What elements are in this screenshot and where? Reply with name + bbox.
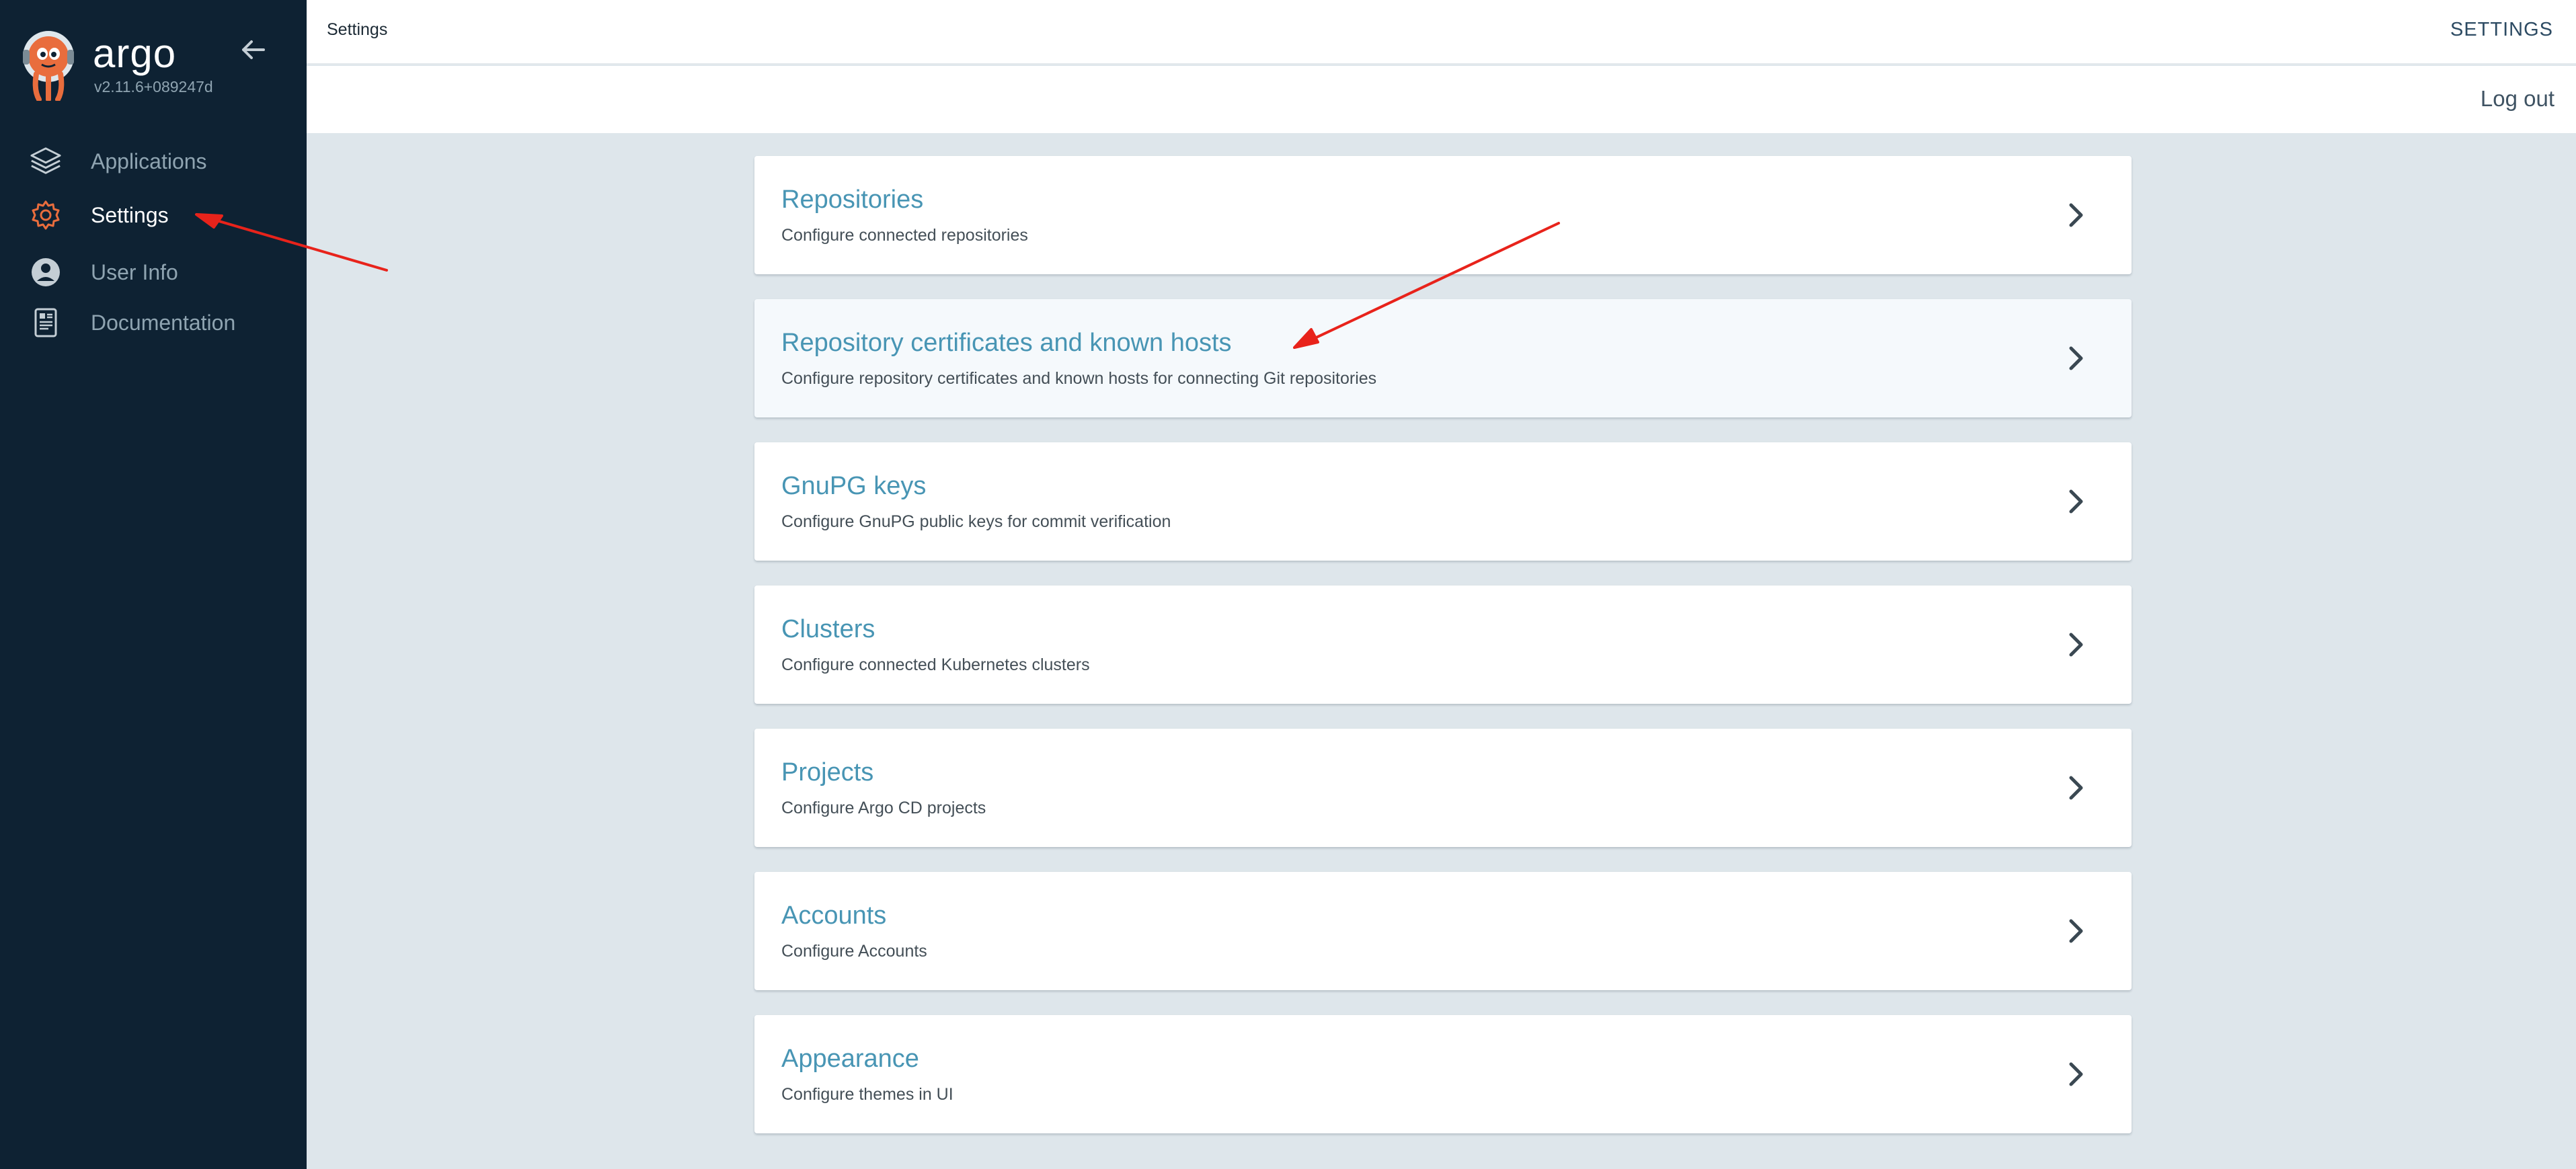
brand-version: v2.11.6+089247d (94, 78, 213, 95)
layers-icon (30, 145, 62, 177)
documentation-icon (30, 307, 62, 339)
sidebar-item-label: Applications (91, 149, 207, 173)
chevron-right-icon (2064, 631, 2089, 658)
chevron-right-icon (2064, 774, 2089, 801)
sidebar-item-label: User Info (91, 260, 178, 284)
settings-item-description: Configure Accounts (781, 942, 927, 961)
app-root: argo v2.11.6+089247d Applications Settin… (0, 0, 2576, 1169)
settings-item-title: Projects (781, 758, 874, 787)
settings-item-title: Appearance (781, 1045, 919, 1073)
gear-icon (30, 199, 62, 231)
settings-item-repositories[interactable]: Repositories Configure connected reposit… (754, 156, 2132, 274)
chevron-right-icon (2064, 918, 2089, 944)
settings-item-description: Configure themes in UI (781, 1085, 953, 1104)
settings-item-title: GnuPG keys (781, 472, 927, 500)
user-icon (30, 256, 62, 288)
brand-name: argo (93, 31, 177, 76)
logout-button[interactable]: Log out (2481, 86, 2554, 112)
chevron-right-icon (2064, 345, 2089, 372)
sidebar: argo v2.11.6+089247d Applications Settin… (0, 0, 307, 1169)
sidebar-item-user-info[interactable]: User Info (0, 248, 307, 295)
settings-item-description: Configure GnuPG public keys for commit v… (781, 512, 1171, 531)
settings-item-description: Configure connected repositories (781, 226, 1028, 245)
settings-item-title: Accounts (781, 901, 887, 930)
collapse-sidebar-button[interactable] (235, 35, 270, 65)
settings-item-description: Configure connected Kubernetes clusters (781, 655, 1090, 674)
settings-item-projects[interactable]: Projects Configure Argo CD projects (754, 729, 2132, 847)
settings-list: Repositories Configure connected reposit… (307, 133, 2576, 1169)
chevron-right-icon (2064, 1061, 2089, 1088)
chevron-right-icon (2064, 488, 2089, 515)
settings-item-title: Clusters (781, 615, 875, 643)
settings-item-title: Repository certificates and known hosts (781, 329, 1232, 357)
chevron-right-icon (2064, 202, 2089, 229)
top-bar: Settings SETTINGS (307, 0, 2576, 65)
sidebar-item-applications[interactable]: Applications (0, 137, 307, 184)
sidebar-item-label: Settings (91, 203, 169, 227)
settings-item-accounts[interactable]: Accounts Configure Accounts (754, 872, 2132, 990)
action-bar: Log out (307, 66, 2576, 133)
settings-item-gnupg-keys[interactable]: GnuPG keys Configure GnuPG public keys f… (754, 442, 2132, 561)
arrow-left-icon (242, 40, 265, 59)
page-title: SETTINGS (2450, 19, 2553, 40)
breadcrumb[interactable]: Settings (327, 20, 387, 40)
argo-logo (22, 30, 75, 102)
sidebar-item-label: Documentation (91, 311, 236, 335)
settings-item-description: Configure repository certificates and kn… (781, 369, 1377, 388)
sidebar-item-settings[interactable]: Settings (0, 191, 307, 238)
settings-item-clusters[interactable]: Clusters Configure connected Kubernetes … (754, 586, 2132, 704)
settings-item-title: Repositories (781, 186, 924, 214)
settings-item-appearance[interactable]: Appearance Configure themes in UI (754, 1015, 2132, 1133)
settings-item-repository-certificates[interactable]: Repository certificates and known hosts … (754, 299, 2132, 417)
settings-item-description: Configure Argo CD projects (781, 799, 986, 817)
sidebar-item-documentation[interactable]: Documentation (0, 298, 307, 346)
